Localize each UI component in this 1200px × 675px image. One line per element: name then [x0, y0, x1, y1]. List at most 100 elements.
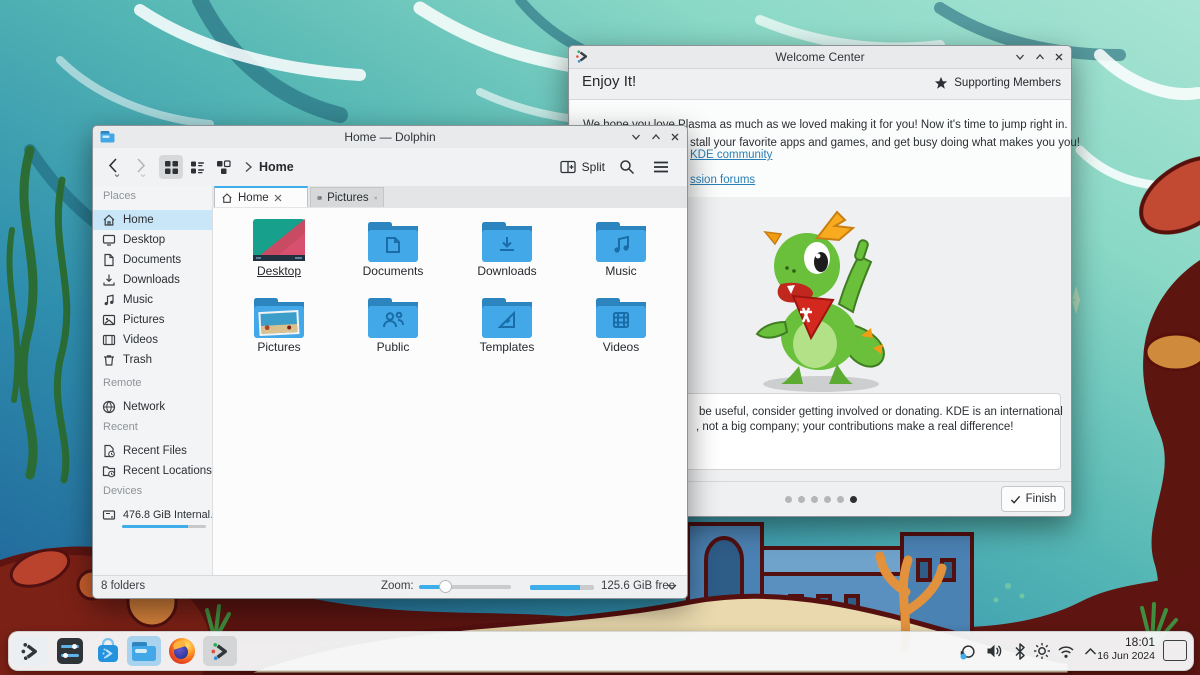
card-line1: be useful, consider getting involved or …: [699, 405, 1063, 418]
close-button[interactable]: [666, 129, 684, 145]
item-count: 8 folders: [101, 580, 146, 592]
updates-tray-icon[interactable]: [957, 640, 979, 662]
maximize-button[interactable]: [647, 129, 665, 145]
sidebar-item-videos[interactable]: Videos: [93, 330, 212, 350]
supporting-members-link[interactable]: Supporting Members: [934, 76, 1061, 90]
bluetooth-tray-icon[interactable]: [1009, 640, 1031, 662]
minimize-button[interactable]: [627, 129, 645, 145]
page-dot[interactable]: [837, 496, 844, 503]
welcome-header: Enjoy It! Supporting Members: [569, 68, 1071, 100]
desktop-icon: [102, 233, 116, 247]
dolphin-task[interactable]: [127, 636, 161, 666]
dolphin-window[interactable]: Home — Dolphin Home Split Places Home De…: [92, 125, 688, 599]
sidebar-item-recent-locations[interactable]: Recent Locations: [93, 461, 212, 481]
file-item-desktop[interactable]: Desktop: [229, 219, 329, 278]
split-view-icon: [560, 160, 576, 174]
sidebar-item-trash[interactable]: Trash: [93, 350, 212, 370]
back-button[interactable]: [103, 155, 125, 179]
page-title: Enjoy It!: [582, 73, 637, 90]
status-bar: 8 folders Zoom: 125.6 GiB free: [93, 575, 687, 598]
desktop-preview-icon: [253, 219, 305, 263]
finish-button[interactable]: Finish: [1001, 486, 1065, 512]
home-icon: [102, 213, 116, 227]
hamburger-menu-button[interactable]: [649, 155, 673, 179]
file-item-documents[interactable]: Documents: [343, 219, 443, 278]
folder-view: Desktop Documents Downloads Music Pictur…: [213, 208, 687, 576]
welcome-titlebar[interactable]: Welcome Center: [569, 46, 1071, 69]
close-button[interactable]: [1050, 49, 1068, 65]
icons-view-button[interactable]: [159, 155, 183, 179]
tab-pictures[interactable]: Pictures: [310, 187, 384, 207]
discussion-forums-link[interactable]: ssion forums: [690, 174, 755, 186]
file-item-videos[interactable]: Videos: [571, 295, 671, 354]
zoom-slider[interactable]: [419, 580, 511, 593]
page-dot[interactable]: [811, 496, 818, 503]
maximize-button[interactable]: [1031, 49, 1049, 65]
file-label: Desktop: [256, 264, 302, 278]
page-indicator-dots[interactable]: [785, 496, 857, 503]
brightness-tray-icon[interactable]: [1031, 640, 1053, 662]
chevron-down-icon[interactable]: [667, 583, 677, 591]
supporting-members-label: Supporting Members: [954, 77, 1061, 89]
file-label: Templates: [479, 340, 535, 354]
konqi-mascot: [755, 210, 885, 392]
kde-community-link[interactable]: KDE community: [690, 149, 772, 161]
file-item-templates[interactable]: Templates: [457, 295, 557, 354]
file-item-public[interactable]: Public: [343, 295, 443, 354]
zoom-slider-handle[interactable]: [438, 580, 452, 593]
page-dot[interactable]: [785, 496, 792, 503]
tab-home[interactable]: Home: [214, 186, 308, 207]
minimize-button[interactable]: [1011, 49, 1029, 65]
sidebar-item-documents[interactable]: Documents: [93, 250, 212, 270]
system-settings-task[interactable]: [53, 636, 87, 666]
firefox-task[interactable]: [165, 636, 199, 666]
close-icon[interactable]: [373, 194, 377, 202]
split-button[interactable]: Split: [560, 155, 605, 179]
dolphin-titlebar[interactable]: Home — Dolphin: [93, 126, 687, 149]
sidebar-item-music[interactable]: Music: [93, 290, 212, 310]
recent-file-icon: [102, 444, 116, 458]
file-item-downloads[interactable]: Downloads: [457, 219, 557, 278]
show-desktop-button[interactable]: [1163, 640, 1187, 661]
zoom-label: Zoom:: [381, 580, 414, 592]
sidebar-item-downloads[interactable]: Downloads: [93, 270, 212, 290]
page-dot[interactable]: [824, 496, 831, 503]
page-dot-active[interactable]: [850, 496, 857, 503]
sidebar-item-network[interactable]: Network: [93, 397, 212, 417]
sidebar-item-desktop[interactable]: Desktop: [93, 230, 212, 250]
sidebar-item-label: Trash: [123, 354, 152, 366]
welcome-center-task[interactable]: [203, 636, 237, 666]
forward-button[interactable]: [129, 155, 151, 179]
sidebar-item-label: Network: [123, 401, 166, 413]
discover-task[interactable]: [91, 636, 125, 666]
file-label: Videos: [602, 340, 640, 354]
tree-view-button[interactable]: [211, 155, 235, 179]
digital-clock[interactable]: 18:01 16 Jun 2024: [1095, 635, 1155, 663]
taskbar-panel: 18:01 16 Jun 2024: [8, 631, 1194, 671]
file-item-pictures[interactable]: Pictures: [229, 295, 329, 354]
wifi-tray-icon[interactable]: [1055, 640, 1077, 662]
sidebar-item-internal-drive[interactable]: 476.8 GiB Internal…: [93, 505, 212, 525]
volume-tray-icon[interactable]: [983, 640, 1005, 662]
sidebar-item-home[interactable]: Home: [93, 210, 212, 230]
welcome-window-title: Welcome Center: [775, 50, 865, 64]
file-label: Pictures: [257, 340, 301, 354]
sidebar-item-label: 476.8 GiB Internal…: [123, 509, 213, 521]
sidebar-item-pictures[interactable]: Pictures: [93, 310, 212, 330]
page-dot[interactable]: [798, 496, 805, 503]
search-icon: [620, 160, 635, 175]
system-settings-icon: [57, 638, 83, 664]
sidebar-item-recent-files[interactable]: Recent Files: [93, 441, 212, 461]
file-item-music[interactable]: Music: [571, 219, 671, 278]
app-launcher-button[interactable]: [13, 636, 47, 666]
details-view-button[interactable]: [185, 155, 209, 179]
dolphin-toolbar: Home Split: [93, 148, 687, 187]
search-button[interactable]: [615, 155, 639, 179]
breadcrumb-location[interactable]: Home: [259, 155, 294, 179]
close-icon[interactable]: [274, 194, 282, 202]
file-label: Documents: [362, 264, 424, 278]
finish-label: Finish: [1025, 493, 1057, 505]
video-icon: [102, 333, 116, 347]
sidebar-item-label: Recent Files: [123, 445, 187, 457]
section-header: Devices: [103, 485, 143, 497]
